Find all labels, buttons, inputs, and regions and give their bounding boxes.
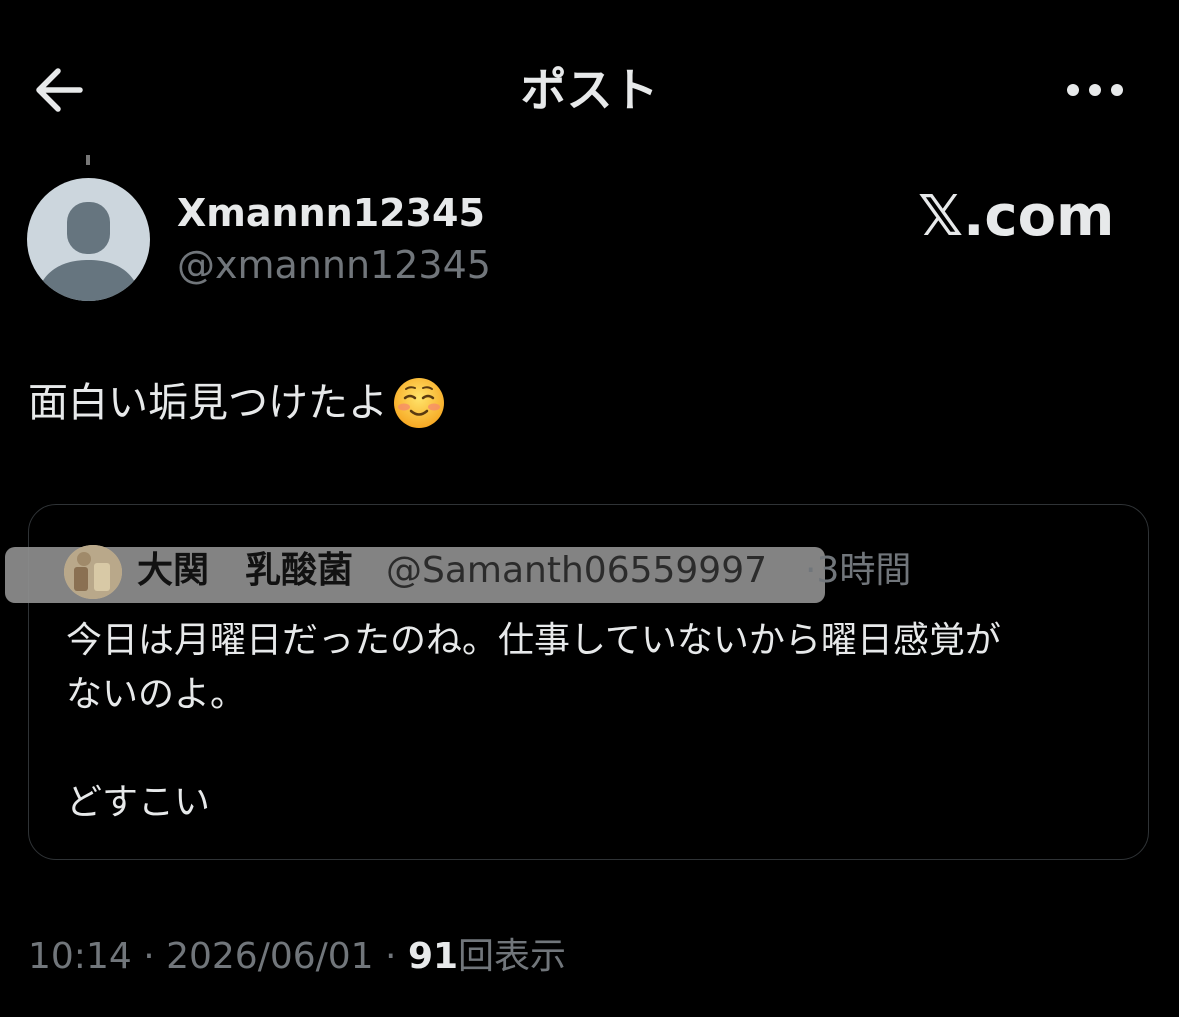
post-text-content: 面白い垢見つけたよ <box>28 380 388 426</box>
quote-author-handle: @Samanth06559997 <box>386 550 768 591</box>
meta-separator: · <box>373 936 408 977</box>
more-button[interactable] <box>1060 70 1132 110</box>
quote-text-line: ないのよ。 <box>66 674 247 715</box>
quote-time: ·3時間 <box>805 548 911 594</box>
post-text: 面白い垢見つけたよ <box>28 376 446 430</box>
more-horizontal-icon <box>1067 84 1123 96</box>
page-title: ポスト <box>520 63 659 117</box>
author-handle: @xmannn12345 <box>177 243 491 287</box>
post-meta: 10:14 · 2026/06/01 · 91回表示 <box>28 932 566 982</box>
author-display-name[interactable]: Xmannn12345 <box>177 190 485 236</box>
avatar-image <box>64 545 122 599</box>
meta-separator: · <box>131 936 167 977</box>
quote-separator: · <box>805 550 817 591</box>
quote-text-line: どすこい <box>66 782 211 823</box>
avatar[interactable] <box>27 178 150 301</box>
thread-line <box>86 155 90 165</box>
post-date: 2026/06/01 <box>166 936 374 977</box>
quote-text: 今日は月曜日だったのね。仕事していないから曜日感覚が ないのよ。 どすこい <box>66 614 1126 830</box>
quote-author-name: 大関 乳酸菌 <box>137 550 354 591</box>
smiling-face-icon <box>394 378 444 428</box>
xcom-watermark: 𝕏.com <box>918 184 1115 249</box>
quote-text-line: 今日は月曜日だったのね。仕事していないから曜日感覚が <box>66 620 1001 661</box>
quote-timestamp: 3時間 <box>816 550 912 591</box>
arrow-left-icon <box>36 68 83 112</box>
post-time: 10:14 <box>28 936 132 977</box>
quote-text-line <box>66 722 1126 776</box>
back-button[interactable] <box>28 58 92 122</box>
view-count: 91 <box>407 936 459 977</box>
quote-avatar <box>64 545 122 599</box>
default-avatar-icon <box>35 202 142 301</box>
view-count-label: 回表示 <box>458 936 567 977</box>
